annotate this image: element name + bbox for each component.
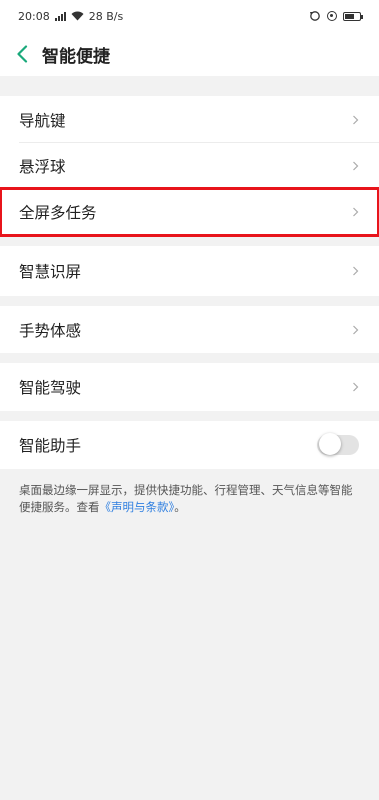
assistant-description: 桌面最边缘一屏显示，提供快捷功能、行程管理、天气信息等智能便捷服务。查看《声明与… [0, 469, 379, 516]
setting-label: 悬浮球 [19, 157, 66, 176]
chevron-left-icon [17, 45, 28, 63]
setting-label: 全屏多任务 [19, 204, 97, 222]
setting-navigation-keys[interactable]: 导航键 [0, 96, 379, 143]
section-gap [0, 411, 379, 421]
assistant-toggle[interactable] [317, 433, 359, 455]
setting-label: 手势体感 [19, 321, 82, 340]
setting-smart-driving[interactable]: 智能驾驶 [0, 363, 379, 411]
setting-label: 智能助手 [19, 437, 82, 455]
chevron-right-icon [353, 115, 359, 124]
sync-icon [310, 11, 320, 21]
status-left: 20:08 28 B/s [18, 10, 123, 23]
chevron-right-icon [353, 382, 359, 392]
setting-fullscreen-multitask[interactable]: 全屏多任务 [0, 187, 379, 237]
signal-icon [54, 11, 66, 21]
chevron-right-icon [353, 325, 359, 334]
status-time: 20:08 [18, 9, 50, 23]
chevron-right-icon [353, 266, 359, 276]
setting-label: 智能驾驶 [19, 379, 82, 397]
description-suffix: 。 [174, 500, 186, 514]
chevron-right-icon [353, 161, 359, 170]
section-gap [0, 296, 379, 306]
setting-floating-ball[interactable]: 悬浮球 [0, 143, 379, 188]
terms-link[interactable]: 《声明与条款》 [100, 500, 175, 514]
setting-smart-assistant: 智能助手 [0, 421, 379, 469]
ring-icon [327, 11, 337, 21]
setting-gesture-motion[interactable]: 手势体感 [0, 306, 379, 353]
section-gap [0, 236, 379, 246]
settings-group-smart-screen: 智慧识屏 [0, 246, 379, 296]
status-right [309, 10, 363, 22]
settings-group-navigation: 导航键 悬浮球 全屏多任务 [0, 96, 379, 237]
toggle-knob [319, 433, 341, 455]
setting-label: 智慧识屏 [19, 263, 82, 281]
settings-group-driving: 智能驾驶 [0, 363, 379, 411]
page-title: 智能便捷 [42, 46, 110, 67]
section-gap [0, 353, 379, 363]
settings-group-assistant: 智能助手 [0, 421, 379, 469]
wifi-icon [71, 11, 84, 21]
network-speed: 28 B/s [88, 9, 124, 23]
chevron-right-icon [353, 207, 359, 217]
battery-icon [343, 11, 363, 21]
status-bar: 20:08 28 B/s [0, 0, 379, 32]
settings-group-gesture: 手势体感 [0, 306, 379, 353]
setting-smart-screen[interactable]: 智慧识屏 [0, 246, 379, 296]
setting-label: 导航键 [19, 111, 66, 130]
back-button[interactable] [12, 42, 32, 66]
description-text: 桌面最边缘一屏显示，提供快捷功能、行程管理、天气信息等智能便捷服务。查看 [19, 483, 353, 514]
section-gap [0, 76, 379, 96]
page-header: 智能便捷 [0, 32, 379, 76]
